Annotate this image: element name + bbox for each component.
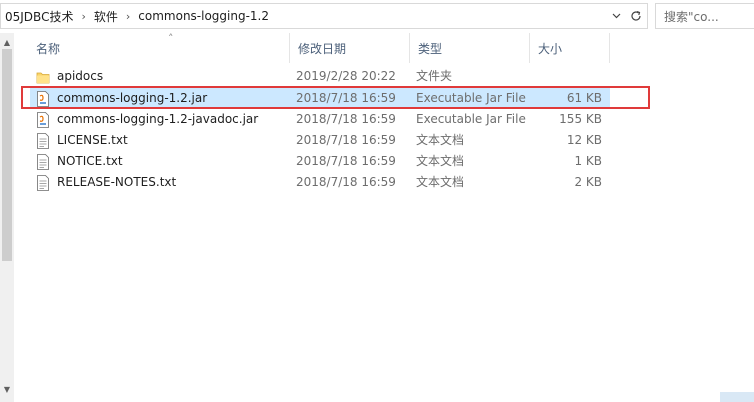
breadcrumb-05jdbc[interactable]: 05JDBC技术 [1, 8, 77, 25]
scrollbar-thumb[interactable] [2, 49, 12, 261]
folder-icon [36, 72, 50, 84]
jar-file-icon [37, 112, 49, 128]
file-name: apidocs [57, 69, 104, 83]
address-dropdown-button[interactable] [607, 4, 625, 28]
file-size [536, 66, 602, 87]
column-header-name[interactable]: 名称 ˄ [28, 32, 290, 63]
search-input[interactable]: 搜索"co... [655, 3, 754, 29]
scroll-down-icon[interactable]: ▼ [0, 382, 14, 396]
file-row-license-txt[interactable]: LICENSE.txt 2018/7/18 16:59 文本文档 12 KB [30, 130, 610, 151]
chevron-down-icon [612, 13, 620, 19]
file-date: 2018/7/18 16:59 [296, 91, 396, 105]
column-header-type-label: 类型 [418, 41, 443, 56]
file-name: LICENSE.txt [57, 133, 128, 147]
column-header-date-label: 修改日期 [298, 41, 347, 56]
refresh-icon [631, 10, 641, 21]
file-date: 2018/7/18 16:59 [296, 133, 396, 147]
file-row-notice-txt[interactable]: NOTICE.txt 2018/7/18 16:59 文本文档 1 KB [30, 151, 610, 172]
text-file-icon [37, 133, 49, 149]
file-name: commons-logging-1.2.jar [57, 91, 208, 105]
file-size: 12 KB [566, 133, 602, 147]
search-placeholder: 搜索"co... [664, 9, 719, 24]
file-date: 2019/2/28 20:22 [296, 69, 396, 83]
column-header-date[interactable]: 修改日期 [290, 33, 410, 63]
column-header-row: 名称 ˄ 修改日期 类型 大小 [14, 32, 754, 63]
file-name: NOTICE.txt [57, 154, 123, 168]
sort-ascending-icon: ˄ [168, 32, 174, 45]
file-type: Executable Jar File [416, 112, 526, 126]
file-date: 2018/7/18 16:59 [296, 112, 396, 126]
column-header-name-label: 名称 [36, 41, 61, 56]
file-name: commons-logging-1.2-javadoc.jar [57, 112, 259, 126]
column-header-size-label: 大小 [538, 41, 563, 56]
view-toggle-corner[interactable] [720, 392, 754, 402]
chevron-right-icon[interactable]: › [77, 10, 89, 23]
breadcrumb-commons-logging[interactable]: commons-logging-1.2 [134, 9, 273, 23]
text-file-icon [37, 154, 49, 170]
scroll-up-icon[interactable]: ▲ [0, 35, 14, 49]
jar-file-icon [37, 91, 49, 107]
file-size: 2 KB [574, 175, 602, 189]
column-header-type[interactable]: 类型 [410, 33, 530, 63]
column-header-size[interactable]: 大小 [530, 33, 610, 63]
file-name: RELEASE-NOTES.txt [57, 175, 177, 189]
toolbar: 05JDBC技术 › 软件 › commons-logging-1.2 搜索"c… [0, 0, 754, 33]
file-row-commons-logging-javadoc-jar[interactable]: commons-logging-1.2-javadoc.jar 2018/7/1… [30, 109, 610, 130]
file-type: 文本文档 [416, 154, 465, 168]
address-bar[interactable]: 05JDBC技术 › 软件 › commons-logging-1.2 [0, 3, 648, 29]
file-type: 文本文档 [416, 133, 465, 147]
file-row-apidocs[interactable]: apidocs 2019/2/28 20:22 文件夹 [30, 66, 610, 87]
file-size: 155 KB [559, 112, 602, 126]
refresh-button[interactable] [625, 4, 647, 28]
file-size: 61 KB [566, 91, 602, 105]
file-type: Executable Jar File [416, 91, 526, 105]
file-type: 文本文档 [416, 175, 465, 189]
chevron-right-icon[interactable]: › [122, 10, 134, 23]
file-type: 文件夹 [416, 69, 453, 83]
text-file-icon [37, 175, 49, 191]
file-row-release-notes-txt[interactable]: RELEASE-NOTES.txt 2018/7/18 16:59 文本文档 2… [30, 172, 610, 193]
breadcrumb-software[interactable]: 软件 [90, 8, 122, 25]
vertical-scrollbar[interactable]: ▲ ▼ [0, 33, 14, 402]
file-date: 2018/7/18 16:59 [296, 175, 396, 189]
file-date: 2018/7/18 16:59 [296, 154, 396, 168]
file-size: 1 KB [574, 154, 602, 168]
file-row-commons-logging-jar[interactable]: commons-logging-1.2.jar 2018/7/18 16:59 … [30, 88, 610, 109]
